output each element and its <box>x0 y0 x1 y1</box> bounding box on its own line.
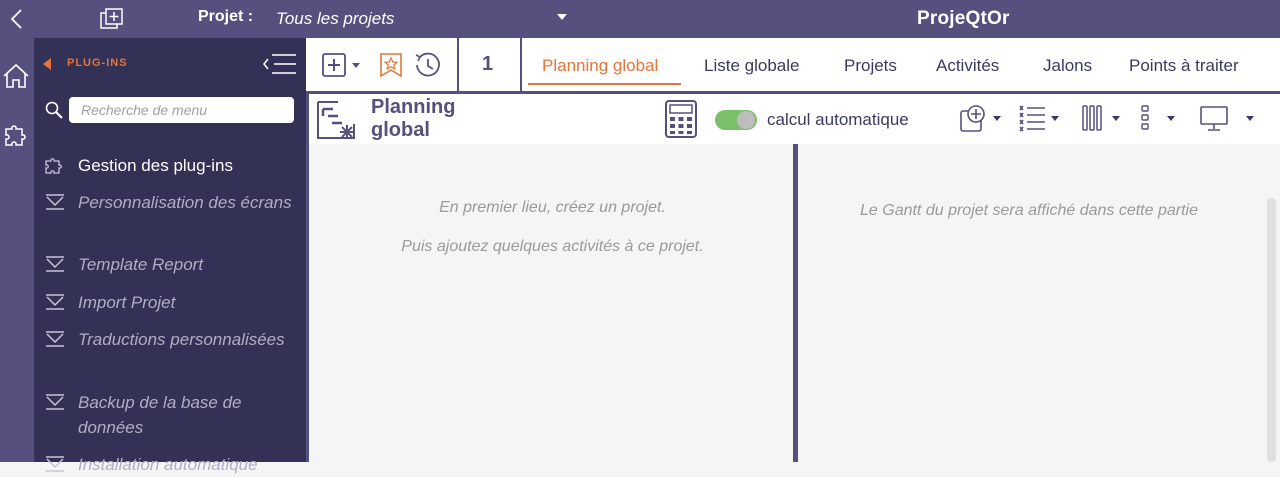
menu-item-label: Backup de la base de données <box>78 393 242 437</box>
back-arrow-icon[interactable] <box>6 7 30 31</box>
more-options-icon[interactable] <box>1139 104 1151 132</box>
tab-projets[interactable]: Projets <box>844 56 897 76</box>
gantt-pane: Le Gantt du projet sera affiché dans cet… <box>798 144 1280 462</box>
plugin-puzzle-icon[interactable] <box>2 120 30 148</box>
display-monitor-icon[interactable] <box>1199 104 1229 132</box>
gantt-empty-message: Le Gantt du projet sera affiché dans cet… <box>860 202 1198 219</box>
menu-search-input[interactable] <box>69 97 294 123</box>
tab-activites[interactable]: Activités <box>936 56 999 76</box>
menu-section-title[interactable]: PLUG-INS <box>67 57 128 69</box>
bookmark-star-icon[interactable] <box>378 52 404 78</box>
planning-gantt-icon <box>317 101 355 139</box>
calculator-icon[interactable] <box>664 100 698 138</box>
install-icon <box>46 331 64 347</box>
project-dropdown-caret-icon[interactable] <box>557 14 567 20</box>
section-back-arrow-icon[interactable] <box>43 58 51 70</box>
install-icon <box>46 394 64 410</box>
planning-panel-header: Planning global calcul automatique <box>306 94 1280 144</box>
main-toolbar: 1 Planning global Liste globale Projets … <box>306 38 1280 94</box>
collapse-menu-icon[interactable] <box>262 52 298 76</box>
display-caret-icon[interactable] <box>1246 116 1254 121</box>
project-selector-label: Projet : <box>198 8 254 25</box>
selected-count: 1 <box>482 53 494 75</box>
install-icon <box>46 456 64 472</box>
top-bar: Projet : Tous les projets ProjeQtOr <box>0 0 1280 38</box>
app-title: ProjeQtOr <box>917 8 1010 29</box>
gantt-scrollbar[interactable] <box>1267 198 1276 462</box>
tab-liste-globale[interactable]: Liste globale <box>704 56 799 76</box>
active-tab-underline <box>528 83 681 85</box>
menu-item-label: Gestion des plug-ins <box>78 156 233 175</box>
install-icon <box>46 294 64 310</box>
toggle-knob <box>737 111 755 129</box>
install-icon <box>46 256 64 272</box>
more-options-caret-icon[interactable] <box>1167 116 1175 121</box>
menu-item-label: Template Report <box>78 255 204 274</box>
menu-item-label: Import Projet <box>78 293 176 312</box>
menu-item-label: Personnalisation des écrans <box>78 193 292 212</box>
tab-planning-global[interactable]: Planning global <box>542 56 658 76</box>
menu-item-label: Installation automatique <box>78 455 258 474</box>
tab-jalons[interactable]: Jalons <box>1043 56 1092 76</box>
menu-item-label: Traductions personnalisées <box>78 330 285 349</box>
icon-rail <box>0 38 34 462</box>
toolbar-separator <box>520 38 522 91</box>
home-icon[interactable] <box>2 62 30 90</box>
empty-message-create-project: En premier lieu, créez un projet. <box>439 199 666 216</box>
add-planning-element-icon[interactable] <box>959 104 989 134</box>
auto-calc-label: calcul automatique <box>767 110 909 129</box>
empty-message-add-activities: Puis ajoutez quelques activités à ce pro… <box>401 238 704 255</box>
list-options-icon[interactable] <box>1017 104 1047 132</box>
tab-points-a-traiter[interactable]: Points à traiter <box>1129 56 1239 76</box>
columns-icon[interactable] <box>1081 104 1103 132</box>
add-new-item-icon[interactable] <box>322 53 362 77</box>
new-window-icon[interactable] <box>100 8 126 30</box>
panel-title: Planning global <box>371 96 456 141</box>
project-selector[interactable]: Tous les projets <box>276 9 394 29</box>
history-clock-icon[interactable] <box>412 51 442 79</box>
list-options-caret-icon[interactable] <box>1051 116 1059 121</box>
columns-caret-icon[interactable] <box>1112 116 1120 121</box>
menu-panel: PLUG-INS Gestion des plug-ins Personnali… <box>34 38 306 474</box>
puzzle-icon <box>45 158 62 174</box>
toolbar-separator <box>457 38 459 91</box>
search-icon <box>45 101 63 119</box>
planning-list-pane: En premier lieu, créez un projet. Puis a… <box>306 144 793 462</box>
add-element-caret-icon[interactable] <box>993 116 1001 121</box>
auto-calc-toggle[interactable] <box>715 110 757 130</box>
install-icon <box>46 194 64 210</box>
